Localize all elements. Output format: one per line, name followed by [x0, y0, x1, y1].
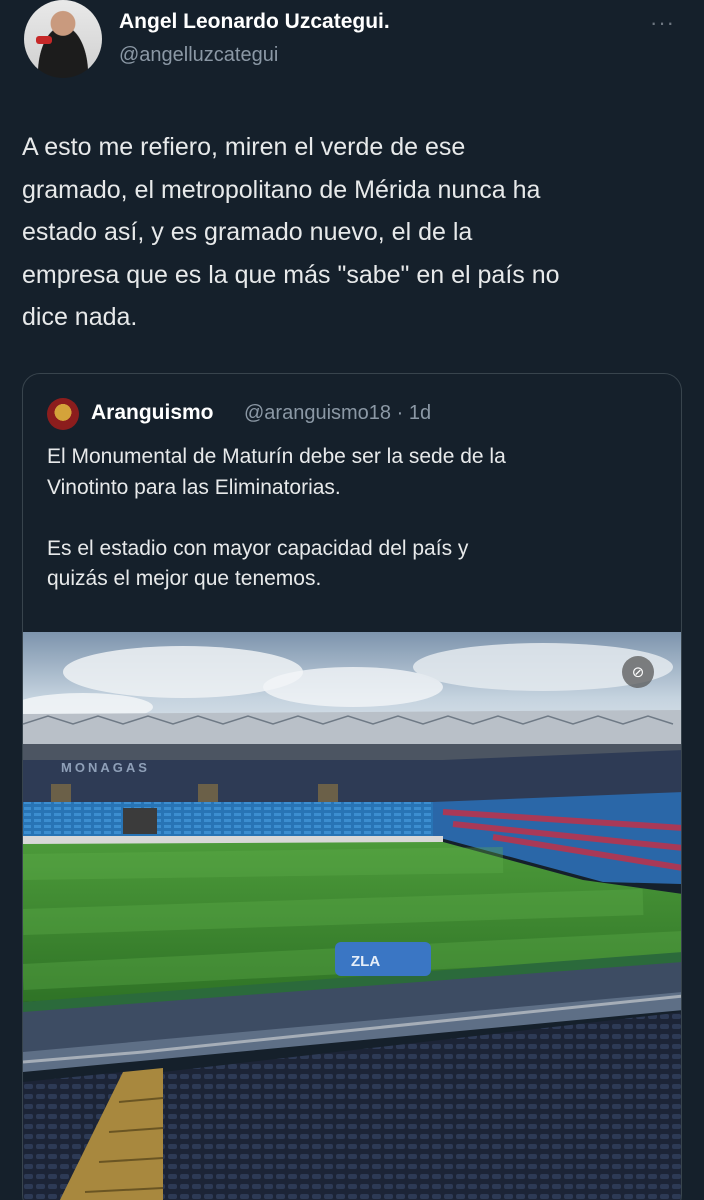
players-tunnel — [335, 942, 431, 976]
content-warning-icon[interactable]: ⊘ — [622, 656, 654, 688]
quoted-text-line: El Monumental de Maturín debe ser la sed… — [47, 445, 506, 468]
author-avatar[interactable] — [24, 0, 102, 78]
stadium-photo[interactable]: MONAGAS ZLA ⊘ — [23, 632, 681, 1200]
tweet-text-line: estado así, y es gramado nuevo, el de la — [22, 218, 473, 246]
tweet-header: Angel Leonardo Uzcategui. @angelluzcateg… — [0, 0, 704, 90]
author-handle[interactable]: @angelluzcategui — [119, 44, 278, 67]
tweet-text-line: gramado, el metropolitano de Mérida nunc… — [22, 175, 541, 204]
quoted-author-avatar[interactable] — [47, 398, 79, 430]
stadium-illustration: MONAGAS ZLA — [23, 632, 681, 1200]
tweet-text-line: empresa que es la que más "sabe" en el p… — [22, 260, 560, 289]
tunnel-sign: ZLA — [351, 953, 380, 970]
quoted-text-line: Vinotinto para las Eliminatorias. — [47, 475, 341, 499]
tweet-text: A esto me refiero, miren el verde de ese… — [22, 126, 682, 339]
quoted-tweet-card[interactable]: Aranguismo @aranguismo18 · 1d El Monumen… — [22, 373, 682, 1200]
microphone-icon — [36, 36, 52, 44]
tweet-text-line: A esto me refiero, miren el verde de ese — [22, 133, 466, 161]
quoted-tweet-text: El Monumental de Maturín debe ser la sed… — [47, 442, 667, 595]
quoted-text-line: Es el estadio con mayor capacidad del pa… — [47, 536, 469, 560]
tweet-text-line: dice nada. — [22, 303, 138, 331]
author-display-name[interactable]: Angel Leonardo Uzcategui. — [119, 10, 390, 34]
quoted-author-handle-time[interactable]: @aranguismo18 · 1d — [244, 402, 431, 425]
ellipsis-icon[interactable]: ··· — [650, 10, 675, 36]
quoted-text-line: quizás el mejor que tenemos. — [47, 567, 322, 590]
quoted-author-name[interactable]: Aranguismo — [91, 401, 214, 425]
stadium-sign: MONAGAS — [61, 760, 150, 775]
